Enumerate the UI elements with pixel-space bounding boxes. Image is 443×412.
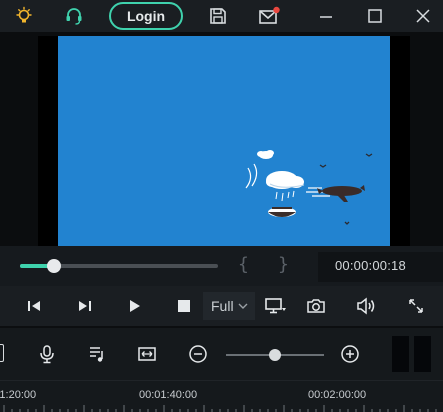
display-icon[interactable] bbox=[262, 294, 290, 318]
ruler-label: 00:01:20:00 bbox=[0, 389, 37, 401]
timeline-toolbar bbox=[0, 328, 443, 380]
zoom-select-value: Full bbox=[211, 298, 234, 314]
playback-bar: { } 00:00:00:18 bbox=[0, 246, 443, 286]
maximize-icon[interactable] bbox=[364, 0, 386, 32]
step-forward-icon[interactable] bbox=[73, 294, 97, 318]
step-back-icon[interactable] bbox=[22, 294, 46, 318]
progress-thumb[interactable] bbox=[46, 259, 61, 273]
save-icon[interactable] bbox=[206, 0, 230, 32]
progress-slider[interactable] bbox=[20, 259, 218, 273]
video-canvas bbox=[58, 36, 390, 246]
play-icon[interactable] bbox=[122, 294, 146, 318]
fit-width-icon[interactable] bbox=[135, 342, 159, 366]
chevron-down-icon bbox=[238, 303, 248, 309]
volume-icon[interactable] bbox=[354, 294, 378, 318]
rain-cloud bbox=[266, 171, 305, 202]
transport-controls: Full bbox=[0, 286, 443, 326]
stop-icon[interactable] bbox=[172, 294, 196, 318]
music-note-icon[interactable] bbox=[85, 342, 109, 366]
timeline-zoom-thumb[interactable] bbox=[269, 349, 281, 361]
video-illustration bbox=[245, 150, 373, 225]
notification-dot bbox=[273, 6, 280, 14]
boat bbox=[268, 207, 296, 217]
camera-icon[interactable] bbox=[304, 294, 328, 318]
mark-in-button[interactable]: { bbox=[238, 254, 249, 275]
mark-out-button[interactable]: } bbox=[278, 254, 289, 275]
microphone-icon[interactable] bbox=[35, 342, 59, 366]
preview-panel bbox=[0, 32, 443, 246]
lightbulb-icon[interactable] bbox=[12, 0, 36, 32]
ruler-ticks bbox=[3, 405, 437, 412]
login-button[interactable]: Login bbox=[109, 2, 183, 30]
timeline-ruler: 00:01:20:00 00:01:40:00 00:02:00:00 bbox=[0, 380, 443, 412]
airplane bbox=[317, 185, 365, 202]
audio-meter-left bbox=[392, 336, 409, 372]
ruler-label: 00:01:40:00 bbox=[139, 389, 198, 401]
ruler-label: 00:02:00:00 bbox=[308, 389, 367, 401]
zoom-out-icon[interactable] bbox=[186, 342, 210, 366]
small-cloud bbox=[257, 150, 274, 159]
zoom-in-icon[interactable] bbox=[338, 342, 362, 366]
video-frame bbox=[38, 36, 410, 246]
title-bar: Login bbox=[0, 0, 443, 32]
zoom-select[interactable]: Full bbox=[203, 292, 255, 320]
partial-tool-icon[interactable] bbox=[0, 344, 4, 362]
timeline-zoom-slider[interactable] bbox=[226, 349, 324, 361]
audio-meter-right bbox=[414, 336, 431, 372]
minimize-icon[interactable] bbox=[315, 0, 337, 32]
timecode-display: 00:00:00:18 bbox=[335, 258, 406, 273]
headset-icon[interactable] bbox=[62, 0, 86, 32]
fullscreen-icon[interactable] bbox=[404, 294, 428, 318]
close-icon[interactable] bbox=[412, 0, 434, 32]
mail-icon[interactable] bbox=[256, 0, 282, 32]
